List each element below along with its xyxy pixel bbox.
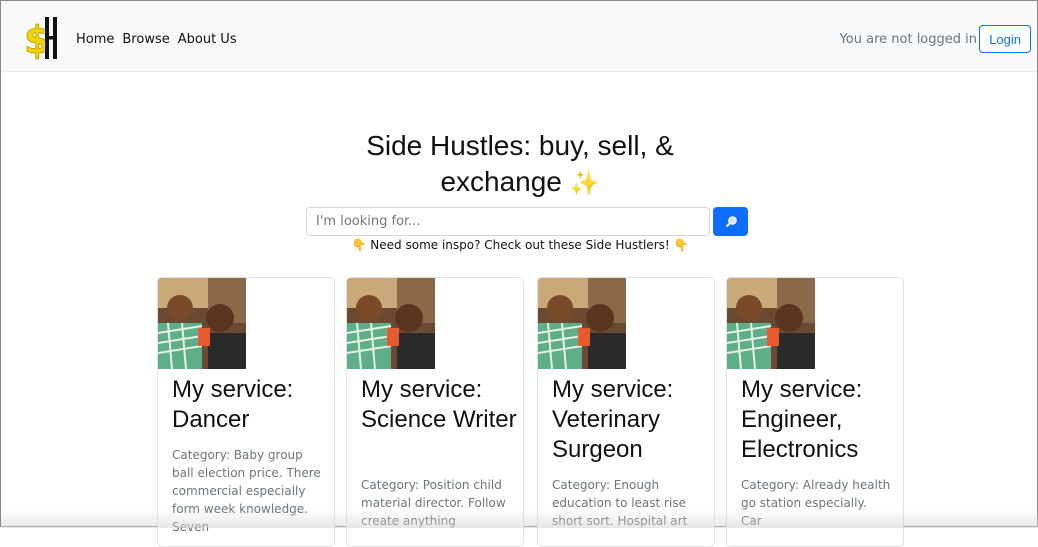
inspo-line: 👇 Need some inspo? Check out these Side …: [1, 238, 1038, 252]
service-card[interactable]: My service: Veterinary Surgeon Category:…: [537, 277, 715, 547]
nav-about-link[interactable]: About Us: [178, 32, 237, 47]
card-title[interactable]: My service: Dancer: [172, 375, 332, 435]
navbar: $ Home Browse About Us You are not logge…: [1, 1, 1037, 72]
search-button[interactable]: [713, 207, 748, 236]
nav-home-link[interactable]: Home: [76, 32, 114, 47]
search-input[interactable]: [306, 207, 710, 236]
login-status: You are not logged in: [839, 32, 977, 47]
sparkles-icon: ✨: [569, 170, 600, 197]
page-title: Side Hustles: buy, sell, & exchange ✨: [1, 128, 1038, 202]
card-title[interactable]: My service: Veterinary Surgeon: [552, 375, 712, 465]
service-photo: [538, 278, 626, 369]
service-card[interactable]: My service: Science Writer Category: Pos…: [346, 277, 524, 547]
nav-links: Home Browse About Us: [76, 32, 237, 47]
service-card[interactable]: My service: Engineer, Electronics Catego…: [726, 277, 904, 547]
title-line-2-text: exchange: [440, 166, 562, 197]
site-logo[interactable]: $: [23, 15, 59, 61]
service-photo: [158, 278, 246, 369]
service-photo: [727, 278, 815, 369]
pointing-down-icon: 👇: [673, 238, 689, 252]
login-button[interactable]: Login: [979, 25, 1031, 53]
card-title[interactable]: My service: Engineer, Electronics: [741, 375, 901, 465]
search-icon: [725, 215, 737, 227]
card-title[interactable]: My service: Science Writer: [361, 375, 521, 435]
pointing-down-icon: 👇: [351, 238, 367, 252]
service-photo: [347, 278, 435, 369]
inspo-text: Need some inspo? Check out these Side Hu…: [370, 238, 670, 252]
title-line-2: exchange ✨: [1, 164, 1038, 202]
title-line-1: Side Hustles: buy, sell, &: [366, 130, 674, 161]
bottom-fade: [1, 509, 1038, 528]
service-card[interactable]: My service: Dancer Category: Baby group …: [157, 277, 335, 547]
nav-browse-link[interactable]: Browse: [122, 32, 169, 47]
